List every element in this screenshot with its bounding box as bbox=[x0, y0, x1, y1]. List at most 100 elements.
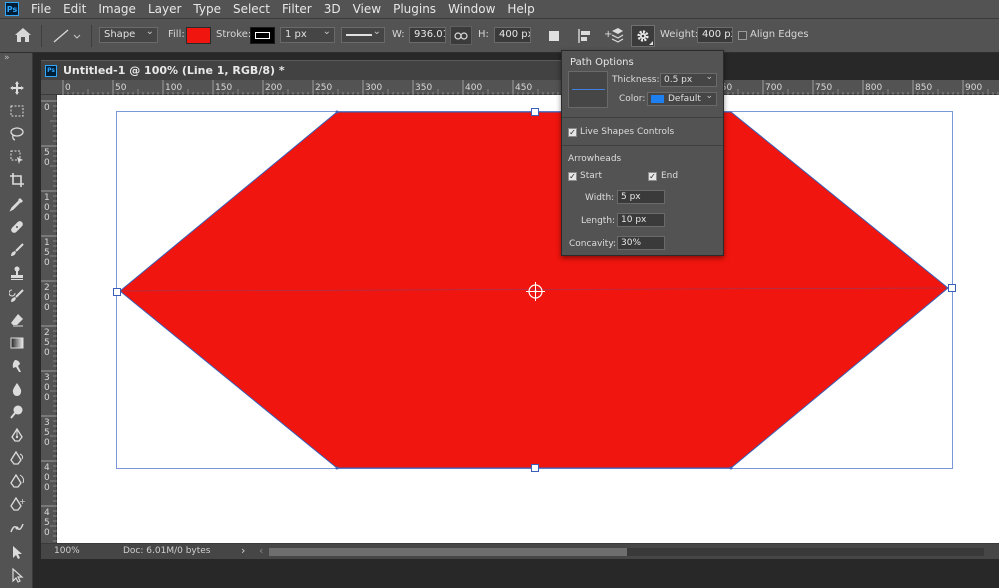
path-selection-icon bbox=[12, 546, 22, 559]
arrow-length-input[interactable]: 10 px bbox=[617, 213, 665, 227]
doc-info[interactable]: Doc: 6.01M/0 bytes bbox=[123, 546, 211, 556]
align-edges-checkbox[interactable] bbox=[738, 31, 747, 40]
menu-help[interactable]: Help bbox=[501, 0, 540, 18]
arrow-width-input[interactable]: 5 px bbox=[617, 190, 665, 204]
height-label: H: bbox=[478, 29, 489, 40]
expand-panel-icon[interactable]: » bbox=[4, 53, 10, 63]
eraser-tool[interactable] bbox=[0, 309, 33, 331]
zoom-level[interactable]: 100% bbox=[54, 546, 80, 556]
live-shapes-checkbox[interactable]: ✓ bbox=[568, 128, 577, 137]
concavity-input[interactable]: 30% bbox=[617, 236, 665, 250]
path-arrangement-icon[interactable]: + bbox=[604, 27, 624, 48]
ruler-v-label: 350 bbox=[44, 418, 50, 448]
status-bar: 100% Doc: 6.01M/0 bytes › ‹ bbox=[41, 543, 999, 559]
canvas[interactable] bbox=[57, 95, 999, 543]
object-selection-tool[interactable] bbox=[0, 146, 33, 168]
scrollbar-thumb[interactable] bbox=[269, 548, 627, 556]
gear-icon bbox=[637, 30, 649, 42]
dodge-tool[interactable] bbox=[0, 401, 33, 423]
horizontal-scrollbar[interactable] bbox=[269, 548, 984, 556]
width-input[interactable]: 936.01 px bbox=[409, 27, 446, 43]
width-label: Width: bbox=[585, 193, 615, 203]
path-options-gear-button[interactable] bbox=[631, 25, 655, 47]
stroke-swatch-inner-icon bbox=[255, 32, 270, 39]
path-selection-tool[interactable] bbox=[0, 541, 33, 563]
link-dimensions-icon[interactable] bbox=[450, 26, 472, 45]
ruler-h-label: 700 bbox=[765, 83, 782, 93]
mode-dropdown[interactable]: Shape bbox=[99, 25, 158, 43]
marquee-tool[interactable] bbox=[0, 100, 33, 122]
stroke-line-icon bbox=[346, 34, 372, 36]
smudge-tool[interactable] bbox=[0, 355, 33, 377]
weight-input[interactable]: 400 px bbox=[697, 27, 733, 43]
history-brush-icon bbox=[8, 289, 24, 302]
gradient-tool[interactable] bbox=[0, 332, 33, 354]
menu-file[interactable]: File bbox=[25, 0, 57, 18]
fill-swatch[interactable] bbox=[186, 27, 211, 44]
end-label: End bbox=[661, 171, 679, 181]
thickness-dropdown[interactable]: 0.5 px bbox=[660, 71, 717, 87]
path-alignment-icon[interactable] bbox=[578, 28, 592, 47]
path-operations-icon[interactable] bbox=[549, 31, 559, 41]
home-icon[interactable] bbox=[14, 27, 32, 46]
status-expand-icon[interactable]: › bbox=[241, 544, 245, 557]
live-shapes-label: Live Shapes Controls bbox=[580, 127, 675, 137]
menu-view[interactable]: View bbox=[347, 0, 387, 18]
end-checkbox[interactable]: ✓ bbox=[648, 172, 657, 181]
stroke-swatch[interactable] bbox=[250, 27, 275, 44]
menu-image[interactable]: Image bbox=[92, 0, 142, 18]
gradient-icon bbox=[10, 337, 23, 349]
menu-plugins[interactable]: Plugins bbox=[387, 0, 442, 18]
ruler-h-label: 900 bbox=[965, 83, 982, 93]
document-tab[interactable]: Ps Untitled-1 @ 100% (Line 1, RGB/8) * bbox=[41, 60, 561, 80]
pen-tool[interactable] bbox=[0, 425, 33, 447]
weight-label: Weight: bbox=[660, 29, 699, 40]
height-input[interactable]: 400 px bbox=[494, 27, 531, 43]
clone-stamp-tool[interactable] bbox=[0, 262, 33, 284]
ruler-h-label: 750 bbox=[815, 83, 832, 93]
convert-point-tool[interactable] bbox=[0, 517, 33, 539]
ruler-v-label: 450 bbox=[44, 508, 50, 538]
scroll-left-icon[interactable]: ‹ bbox=[259, 544, 263, 557]
add-anchor-point-tool[interactable]: + bbox=[0, 494, 33, 516]
menu-window[interactable]: Window bbox=[442, 0, 501, 18]
ruler-v-label: 250 bbox=[44, 328, 50, 358]
path-options-title: Path Options bbox=[570, 57, 634, 68]
drop-icon bbox=[12, 383, 21, 396]
direct-selection-tool[interactable] bbox=[0, 564, 33, 586]
start-label: Start bbox=[580, 171, 602, 181]
menu-select[interactable]: Select bbox=[227, 0, 276, 18]
align-edges-label: Align Edges bbox=[750, 29, 809, 40]
stroke-width-dropdown[interactable]: 1 px bbox=[280, 25, 335, 43]
lasso-tool[interactable] bbox=[0, 123, 33, 145]
popup-divider bbox=[562, 117, 723, 118]
healing-brush-tool[interactable] bbox=[0, 216, 33, 238]
menu-type[interactable]: Type bbox=[187, 0, 227, 18]
ruler-h-label: 250 bbox=[315, 83, 332, 93]
crop-tool[interactable] bbox=[0, 169, 33, 191]
eyedropper-tool[interactable] bbox=[0, 193, 33, 215]
move-tool[interactable] bbox=[0, 77, 33, 99]
menu-edit[interactable]: Edit bbox=[57, 0, 92, 18]
path-options-panel: Path Options Thickness: 0.5 px Color: De… bbox=[561, 50, 724, 256]
freeform-pen-tool[interactable] bbox=[0, 448, 33, 470]
line-tool-preset-icon[interactable] bbox=[52, 28, 84, 47]
ruler-h-label: 350 bbox=[415, 83, 432, 93]
menu-layer[interactable]: Layer bbox=[142, 0, 187, 18]
arrowheads-label: Arrowheads bbox=[568, 154, 622, 164]
history-brush-tool[interactable] bbox=[0, 285, 33, 307]
menu-filter[interactable]: Filter bbox=[276, 0, 318, 18]
lasso-icon bbox=[9, 127, 24, 141]
blur-tool[interactable] bbox=[0, 378, 33, 400]
ruler-h-label: 0 bbox=[65, 83, 71, 93]
color-dropdown[interactable]: Default bbox=[647, 90, 717, 106]
crop-icon bbox=[9, 173, 24, 187]
ruler-v-label: 200 bbox=[44, 283, 50, 313]
color-dropdown-value: Default bbox=[668, 94, 701, 104]
start-checkbox[interactable]: ✓ bbox=[568, 172, 577, 181]
menu-3d[interactable]: 3D bbox=[318, 0, 347, 18]
brush-tool[interactable] bbox=[0, 239, 33, 261]
ruler-h-label: 400 bbox=[465, 83, 482, 93]
curvature-pen-tool[interactable] bbox=[0, 471, 33, 493]
stroke-type-dropdown[interactable] bbox=[341, 25, 385, 43]
